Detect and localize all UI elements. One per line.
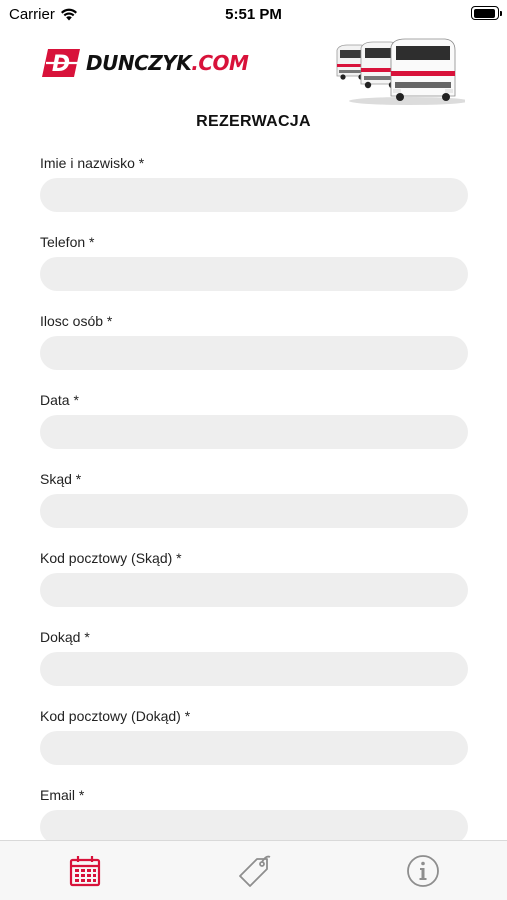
calendar-icon [69,855,100,886]
battery-level [473,8,496,18]
passengers-field: Ilosc osób * [40,310,468,389]
reservation-form: Imie i nazwisko * Telefon * Ilosc osób *… [40,152,468,863]
tab-bar [0,840,507,900]
from-postal-code-field: Kod pocztowy (Skąd) * [40,547,468,626]
logo-mark-icon: D [42,49,80,77]
from-field-label: Skąd * [40,471,82,487]
tab-reservation[interactable] [0,841,169,900]
passengers-input[interactable] [40,336,468,370]
app-header: D DUNCZYK.COM [0,30,507,110]
to-field: Dokąd * [40,626,468,705]
phone-field-label: Telefon * [40,234,95,250]
email-input[interactable] [40,810,468,844]
from-postal-code-field-label: Kod pocztowy (Skąd) * [40,550,182,566]
date-field: Data * [40,389,468,468]
name-input[interactable] [40,178,468,212]
from-input[interactable] [40,494,468,528]
phone-input[interactable] [40,257,468,291]
battery-icon [471,6,502,20]
vans-image [336,38,465,105]
logo-text: DUNCZYK.COM [86,51,249,75]
from-field: Skąd * [40,468,468,547]
to-field-label: Dokąd * [40,629,90,645]
status-time: 5:51 PM [225,6,282,23]
info-icon [406,854,439,887]
status-bar: Carrier 5:51 PM [0,0,507,30]
date-field-label: Data * [40,392,79,408]
to-postal-code-field: Kod pocztowy (Dokąd) * [40,705,468,784]
dunczyk-logo: D DUNCZYK.COM [40,48,249,78]
name-field-label: Imie i nazwisko * [40,155,145,171]
page-title: REZERWACJA [196,113,311,130]
to-input[interactable] [40,652,468,686]
to-postal-code-input[interactable] [40,731,468,765]
svg-text:D: D [52,52,70,77]
logo-text-main: DUNCZYK [86,51,192,75]
tab-info[interactable] [338,841,507,900]
price-tag-icon [238,855,270,887]
to-postal-code-field-label: Kod pocztowy (Dokąd) * [40,708,191,724]
name-field: Imie i nazwisko * [40,152,468,231]
phone-field: Telefon * [40,231,468,310]
from-postal-code-input[interactable] [40,573,468,607]
van-front [390,38,456,101]
logo-text-suffix: .COM [191,51,249,75]
passengers-field-label: Ilosc osób * [40,313,113,329]
date-input[interactable] [40,415,468,449]
email-field-label: Email * [40,787,85,803]
tab-pricing[interactable] [169,841,338,900]
